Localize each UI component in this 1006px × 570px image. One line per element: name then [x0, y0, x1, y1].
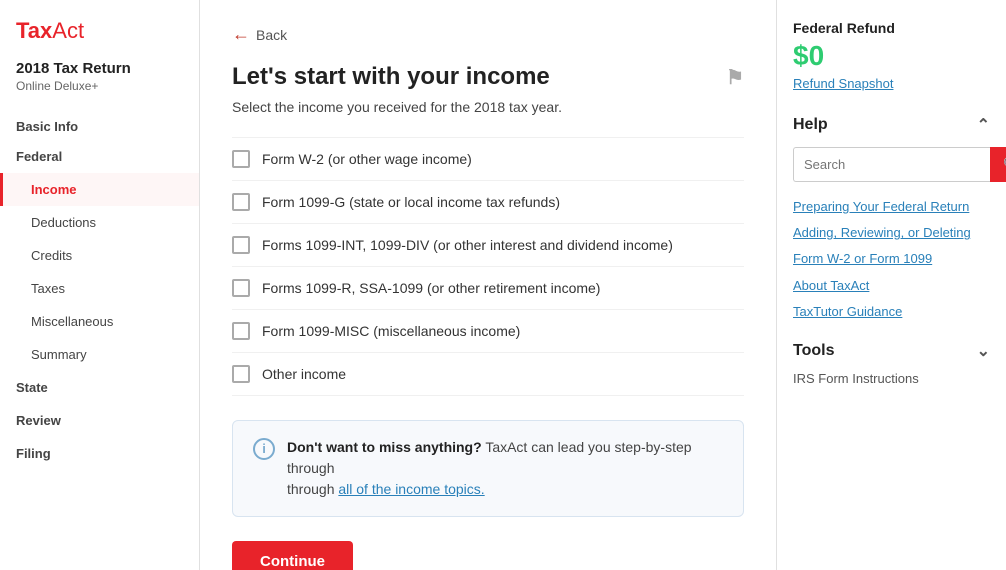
checkbox-1099r[interactable] [232, 279, 250, 297]
checkbox-label-1099r: Forms 1099-R, SSA-1099 (or other retirem… [262, 280, 600, 296]
sidebar-item-deductions[interactable]: Deductions [0, 206, 199, 239]
help-link-w2[interactable]: Form W-2 or Form 1099 [793, 250, 990, 268]
logo: TaxAct [0, 0, 199, 56]
checkbox-1099misc[interactable] [232, 322, 250, 340]
income-topics-link[interactable]: all of the income topics. [338, 481, 484, 497]
continue-button[interactable]: Continue [232, 541, 353, 570]
refund-title: Federal Refund [793, 20, 990, 36]
tools-section-header[interactable]: Tools ⌄ [793, 341, 990, 361]
checkbox-item-1099int[interactable]: Forms 1099-INT, 1099-DIV (or other inter… [232, 224, 744, 267]
sidebar-item-miscellaneous[interactable]: Miscellaneous [0, 305, 199, 338]
sidebar-section-filing[interactable]: Filing [0, 437, 199, 470]
checkbox-item-1099g[interactable]: Form 1099-G (state or local income tax r… [232, 181, 744, 224]
refund-snapshot-link[interactable]: Refund Snapshot [793, 76, 990, 91]
refund-amount: $0 [793, 40, 990, 72]
sidebar-item-taxes[interactable]: Taxes [0, 272, 199, 305]
logo-text: TaxAct [16, 18, 84, 43]
sidebar-section-review[interactable]: Review [0, 404, 199, 437]
back-label: Back [256, 27, 287, 43]
back-arrow-icon: ← [232, 24, 250, 45]
page-subtitle: Select the income you received for the 2… [232, 99, 744, 115]
sidebar-section-basic-info[interactable]: Basic Info [0, 109, 199, 140]
sidebar: TaxAct 2018 Tax Return Online Deluxe+ Ba… [0, 0, 200, 570]
help-title: Help [793, 116, 828, 134]
checkbox-item-other[interactable]: Other income [232, 353, 744, 396]
checkbox-label-1099int: Forms 1099-INT, 1099-DIV (or other inter… [262, 237, 673, 253]
page-title: Let's start with your income ⚑ [232, 63, 744, 91]
sidebar-item-income[interactable]: Income [0, 173, 199, 206]
tools-link-irs[interactable]: IRS Form Instructions [793, 371, 990, 386]
sidebar-item-credits[interactable]: Credits [0, 239, 199, 272]
sidebar-year-label: 2018 Tax Return [0, 56, 199, 79]
info-bold-text: Don't want to miss anything? [287, 439, 482, 455]
search-row: 🔍 [793, 147, 990, 182]
back-link[interactable]: ← Back [232, 24, 744, 45]
search-input[interactable] [793, 147, 990, 182]
checkbox-item-1099r[interactable]: Forms 1099-R, SSA-1099 (or other retirem… [232, 267, 744, 310]
info-box-text: Don't want to miss anything? TaxAct can … [287, 437, 723, 500]
main-content: ← Back Let's start with your income ⚑ Se… [200, 0, 776, 570]
tools-chevron-icon: ⌄ [977, 341, 990, 361]
bookmark-icon[interactable]: ⚑ [726, 65, 744, 90]
tools-title: Tools [793, 342, 834, 360]
checkbox-label-1099g: Form 1099-G (state or local income tax r… [262, 194, 560, 210]
help-chevron-icon: ⌃ [977, 115, 990, 135]
info-icon: i [253, 438, 275, 460]
checkbox-w2[interactable] [232, 150, 250, 168]
right-panel: Federal Refund $0 Refund Snapshot Help ⌃… [776, 0, 1006, 570]
checkbox-label-1099misc: Form 1099-MISC (miscellaneous income) [262, 323, 520, 339]
checkbox-1099g[interactable] [232, 193, 250, 211]
search-button[interactable]: 🔍 [990, 147, 1006, 182]
sidebar-plan-label: Online Deluxe+ [0, 79, 199, 109]
help-link-adding[interactable]: Adding, Reviewing, or Deleting [793, 224, 990, 242]
help-link-taxtutor[interactable]: TaxTutor Guidance [793, 303, 990, 321]
sidebar-section-federal[interactable]: Federal [0, 140, 199, 173]
info-box: i Don't want to miss anything? TaxAct ca… [232, 420, 744, 517]
checkbox-label-other: Other income [262, 366, 346, 382]
checkbox-item-1099misc[interactable]: Form 1099-MISC (miscellaneous income) [232, 310, 744, 353]
help-link-about[interactable]: About TaxAct [793, 277, 990, 295]
checkbox-1099int[interactable] [232, 236, 250, 254]
income-checkbox-list: Form W-2 (or other wage income) Form 109… [232, 137, 744, 396]
checkbox-label-w2: Form W-2 (or other wage income) [262, 151, 472, 167]
help-section-header[interactable]: Help ⌃ [793, 115, 990, 135]
checkbox-item-w2[interactable]: Form W-2 (or other wage income) [232, 137, 744, 181]
help-link-preparing[interactable]: Preparing Your Federal Return [793, 198, 990, 216]
checkbox-other[interactable] [232, 365, 250, 383]
sidebar-section-state[interactable]: State [0, 371, 199, 404]
sidebar-item-summary[interactable]: Summary [0, 338, 199, 371]
